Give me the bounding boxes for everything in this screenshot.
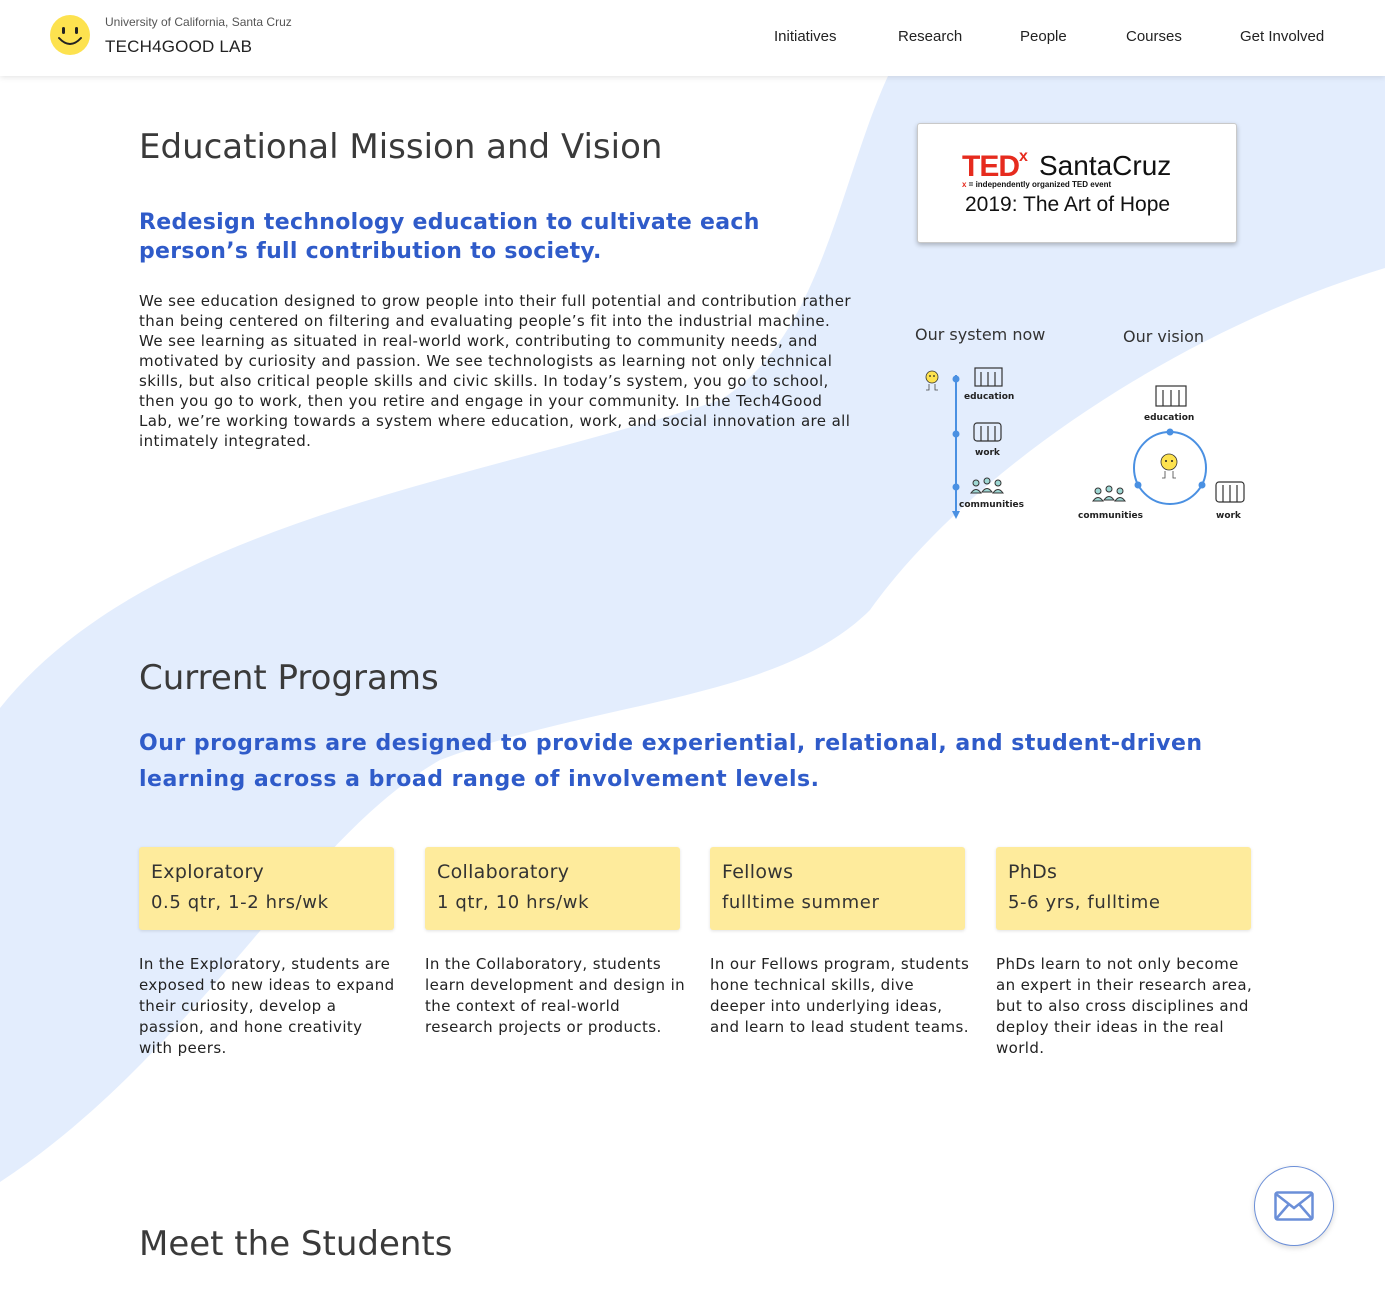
- mission-subtitle: Redesign technology education to cultiva…: [139, 210, 760, 264]
- contact-mail-button[interactable]: [1254, 1166, 1334, 1246]
- vision-label-work: work: [1216, 511, 1241, 521]
- tedx-video-card[interactable]: TEDx SantaCruz x = independently organiz…: [917, 123, 1237, 243]
- mail-icon: [1274, 1191, 1314, 1221]
- program-desc-fellows: In our Fellows program, students hone te…: [710, 955, 970, 1036]
- nav-link-courses[interactable]: Courses: [1126, 28, 1182, 45]
- program-time: 1 qtr, 10 hrs/wk: [437, 892, 590, 913]
- ted-logo-text: TED: [962, 150, 1020, 183]
- programs-title: Current Programs: [139, 658, 439, 698]
- university-name: University of California, Santa Cruz: [105, 15, 292, 29]
- top-navbar: University of California, Santa Cruz TEC…: [0, 0, 1385, 76]
- nav-link-get-involved[interactable]: Get Involved: [1240, 28, 1324, 45]
- program-card-exploratory[interactable]: Exploratory 0.5 qtr, 1-2 hrs/wk: [139, 847, 394, 930]
- program-name: Fellows: [722, 861, 794, 883]
- programs-subtitle: Our programs are designed to provide exp…: [139, 731, 1203, 792]
- mission-title: Educational Mission and Vision: [139, 127, 663, 167]
- program-desc-collaboratory: In the Collaboratory, students learn dev…: [425, 955, 686, 1036]
- now-label-work: work: [975, 448, 1000, 458]
- tedx-tagline-text: = independently organized TED event: [966, 180, 1112, 189]
- ted-logo-x: x: [1019, 148, 1028, 165]
- program-name: PhDs: [1008, 861, 1058, 883]
- now-label-communities: communities: [959, 500, 1025, 510]
- program-time: 5-6 yrs, fulltime: [1008, 892, 1161, 913]
- vision-label-education: education: [1144, 413, 1195, 423]
- system-diagram: Our system now Our vision education work…: [905, 320, 1265, 540]
- program-desc-exploratory: In the Exploratory, students are exposed…: [139, 955, 395, 1057]
- program-card-collaboratory[interactable]: Collaboratory 1 qtr, 10 hrs/wk: [425, 847, 680, 930]
- students-title: Meet the Students: [139, 1224, 453, 1264]
- now-label-education: education: [964, 392, 1015, 402]
- nav-link-people[interactable]: People: [1020, 28, 1067, 45]
- tedx-logo: TEDx: [962, 148, 1028, 184]
- tedx-talk-title: 2019: The Art of Hope: [965, 193, 1171, 216]
- program-name: Exploratory: [151, 861, 265, 883]
- tedx-city: SantaCruz: [1039, 150, 1172, 181]
- program-name: Collaboratory: [437, 861, 570, 883]
- program-time: 0.5 qtr, 1-2 hrs/wk: [151, 892, 329, 913]
- program-desc-phds: PhDs learn to not only become an expert …: [996, 955, 1253, 1057]
- program-time: fulltime summer: [722, 892, 880, 913]
- nav-link-research[interactable]: Research: [898, 28, 962, 45]
- program-card-phds[interactable]: PhDs 5-6 yrs, fulltime: [996, 847, 1251, 930]
- vision-label-communities: communities: [1078, 511, 1144, 521]
- nav-links: Initiatives Research People Courses Get …: [0, 28, 1385, 48]
- program-card-fellows[interactable]: Fellows fulltime summer: [710, 847, 965, 930]
- mission-body: We see education designed to grow people…: [139, 292, 851, 450]
- tedx-tagline: x = independently organized TED event: [962, 180, 1111, 189]
- nav-link-initiatives[interactable]: Initiatives: [774, 28, 837, 45]
